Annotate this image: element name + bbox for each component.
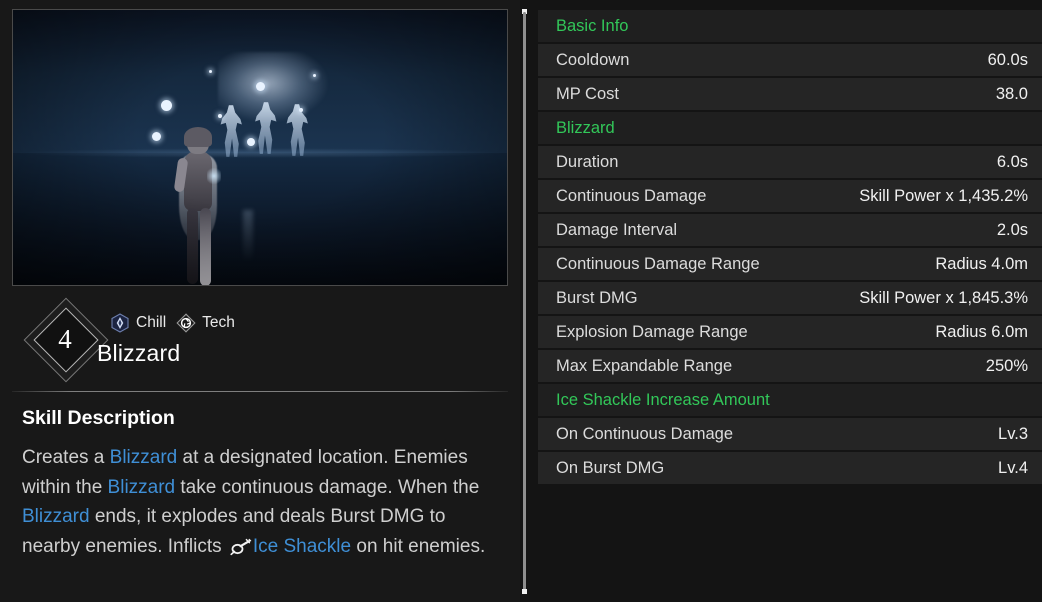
skill-name: Blizzard <box>97 340 181 366</box>
preview-scene <box>13 10 507 285</box>
stat-label: Cooldown <box>556 50 630 69</box>
scene-vignette <box>13 10 507 285</box>
skill-description-body: Creates a Blizzard at a designated locat… <box>22 443 492 561</box>
stat-row: Duration 6.0s <box>538 146 1042 178</box>
stat-row: Continuous Damage Skill Power x 1,435.2% <box>538 180 1042 212</box>
stat-label: Burst DMG <box>556 288 638 307</box>
skill-preview-video[interactable] <box>12 9 508 286</box>
tech-icon <box>176 313 196 333</box>
panel-scrollbar[interactable] <box>520 0 530 602</box>
stat-label: MP Cost <box>556 84 619 103</box>
stat-list: Basic Info Cooldown 60.0s MP Cost 38.0 Blizza… <box>538 10 1042 486</box>
ice-shackle-icon <box>230 536 252 556</box>
skill-tag-list: Chill Tech <box>110 313 235 333</box>
stat-label: On Burst DMG <box>556 458 665 477</box>
stat-section-label: Blizzard <box>556 118 615 137</box>
stat-value: Lv.4 <box>998 458 1028 477</box>
stat-row: Explosion Damage Range Radius 6.0m <box>538 316 1042 348</box>
stat-value: 250% <box>985 356 1028 375</box>
stat-value: Skill Power x 1,435.2% <box>859 186 1028 205</box>
skill-level-value: 4 <box>58 323 72 354</box>
scrollbar-cap-bottom <box>522 589 527 594</box>
description-keyword[interactable]: Blizzard <box>108 477 176 498</box>
skill-detail-screen: 4 Chill Tech Blizzard Skill Description … <box>0 0 1042 602</box>
skill-tag-tech-label: Tech <box>202 314 235 331</box>
skill-tag-chill[interactable]: Chill <box>110 313 166 333</box>
stat-row: MP Cost 38.0 <box>538 78 1042 110</box>
stat-section-header: Ice Shackle Increase Amount <box>538 384 1042 416</box>
stat-value: 2.0s <box>996 220 1028 239</box>
stat-row: Continuous Damage Range Radius 4.0m <box>538 248 1042 280</box>
description-keyword[interactable]: Blizzard <box>22 506 90 527</box>
stat-label: Damage Interval <box>556 220 678 239</box>
skill-tag-tech[interactable]: Tech <box>176 313 235 333</box>
stat-value: Radius 6.0m <box>935 322 1028 341</box>
stat-label: Continuous Damage Range <box>556 254 760 273</box>
stat-label: On Continuous Damage <box>556 424 734 443</box>
chill-icon <box>110 313 130 333</box>
skill-description-heading: Skill Description <box>22 407 175 429</box>
stat-row: Damage Interval 2.0s <box>538 214 1042 246</box>
stat-section-header: Blizzard <box>538 112 1042 144</box>
stat-row: On Burst DMG Lv.4 <box>538 452 1042 484</box>
description-text: Creates a <box>22 447 110 468</box>
stat-label: Explosion Damage Range <box>556 322 748 341</box>
skill-info-panel: 4 Chill Tech Blizzard Skill Description … <box>0 0 520 602</box>
scrollbar-thumb[interactable] <box>523 12 526 590</box>
description-keyword[interactable]: Blizzard <box>110 447 178 468</box>
description-text: on hit enemies. <box>351 535 486 557</box>
stat-label: Duration <box>556 152 619 171</box>
skill-tag-chill-label: Chill <box>136 314 167 331</box>
stat-row: Cooldown 60.0s <box>538 44 1042 76</box>
stat-value: 6.0s <box>996 152 1028 171</box>
stat-label: Continuous Damage <box>556 186 707 205</box>
stat-value: 60.0s <box>987 50 1028 69</box>
skill-header: 4 Chill Tech Blizzard <box>12 297 508 383</box>
skill-stats-panel: Basic Info Cooldown 60.0s MP Cost 38.0 Blizza… <box>530 0 1042 602</box>
stat-section-label: Ice Shackle Increase Amount <box>556 390 770 409</box>
stat-section-label: Basic Info <box>556 16 629 35</box>
stat-value: Lv.3 <box>998 424 1028 443</box>
stat-value: Radius 4.0m <box>935 254 1028 273</box>
section-divider <box>12 391 508 392</box>
stat-value: 38.0 <box>995 84 1028 103</box>
stat-row: Max Expandable Range 250% <box>538 350 1042 382</box>
stat-row: Burst DMG Skill Power x 1,845.3% <box>538 282 1042 314</box>
description-text: take continuous damage. When the <box>175 476 480 498</box>
stat-label: Max Expandable Range <box>556 356 733 375</box>
stat-row: On Continuous Damage Lv.3 <box>538 418 1042 450</box>
description-keyword[interactable]: Ice Shackle <box>253 536 351 557</box>
stat-section-header: Basic Info <box>538 10 1042 42</box>
skill-level-badge: 4 <box>23 297 109 383</box>
stat-value: Skill Power x 1,845.3% <box>859 288 1028 307</box>
